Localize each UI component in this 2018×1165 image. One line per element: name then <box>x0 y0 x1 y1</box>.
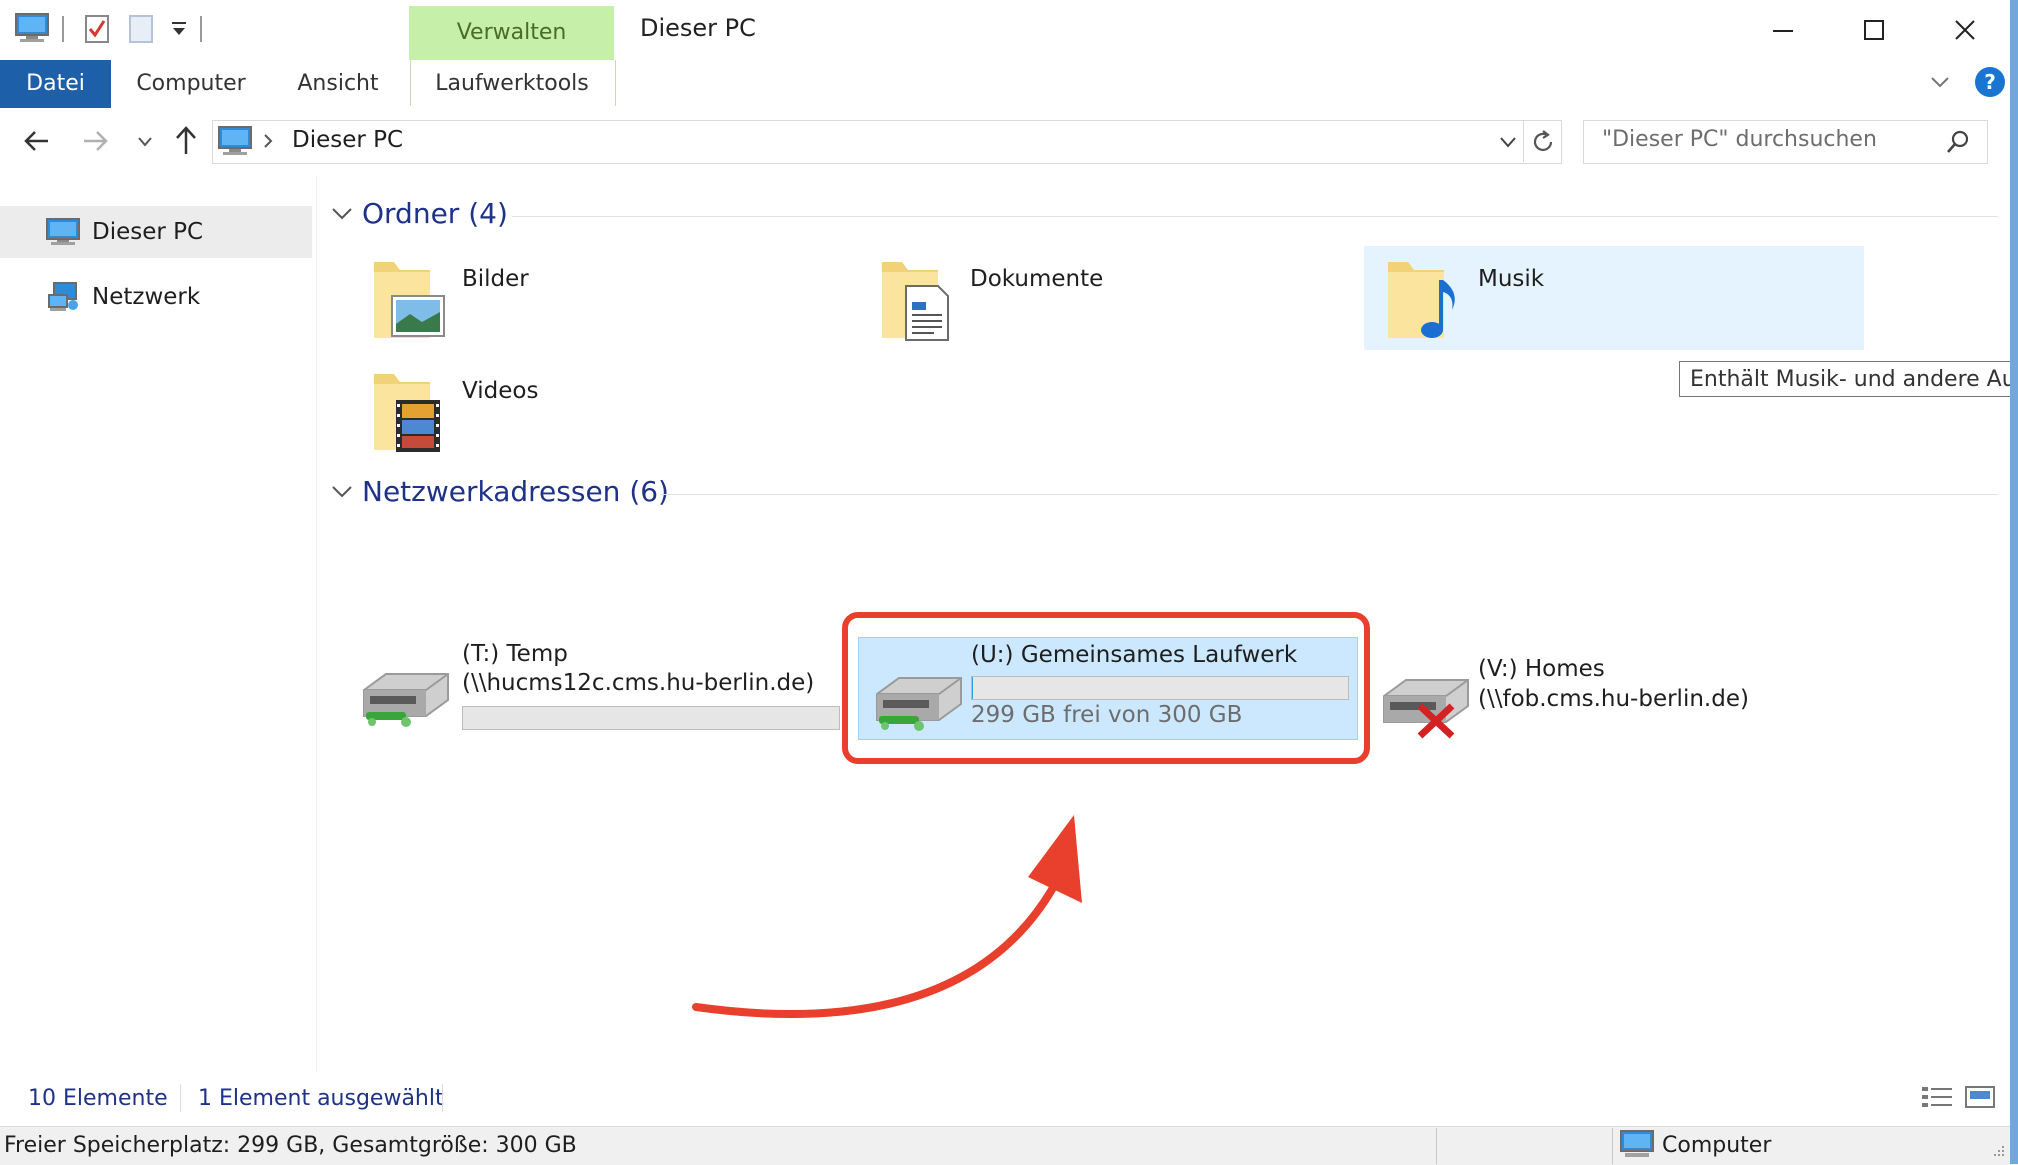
close-icon <box>1955 20 1975 40</box>
tooltip: Enthält Musik- und andere Aud <box>1679 361 2018 397</box>
status-item-count: 10 Elemente <box>28 1086 168 1111</box>
window-title: Dieser PC <box>640 14 756 42</box>
drive-path: (\\hucms12c.cms.hu-berlin.de) <box>462 670 815 696</box>
this-pc-icon <box>46 218 80 246</box>
search-icon[interactable] <box>1944 128 1972 160</box>
title-bar <box>0 0 2018 60</box>
back-arrow-icon[interactable] <box>22 126 52 160</box>
minimize-button[interactable] <box>1740 4 1826 56</box>
folder-name: Dokumente <box>970 266 1104 292</box>
details-location: Computer <box>1662 1133 1772 1158</box>
drive-usage-bar <box>462 706 840 730</box>
disconnected-network-drive-icon <box>1376 666 1472 744</box>
close-button[interactable] <box>1922 4 2008 56</box>
this-pc-icon <box>218 126 252 160</box>
sidebar-item-netzwerk[interactable]: Netzwerk <box>0 271 312 323</box>
annotation-highlight-box <box>842 612 1370 764</box>
network-icon <box>46 281 80 313</box>
drive-path: (\\fob.cms.hu-berlin.de) <box>1478 686 1749 712</box>
group-title-network[interactable]: Netzwerkadressen (6) <box>362 475 669 508</box>
drive-tile-t[interactable]: (T:) Temp (\\hucms12c.cms.hu-berlin.de) <box>352 630 842 740</box>
breadcrumb-current[interactable]: Dieser PC <box>292 127 403 153</box>
status-separator <box>180 1084 181 1112</box>
group-title-folders[interactable]: Ordner (4) <box>362 197 508 230</box>
drive-tile-v[interactable]: (V:) Homes (\\fob.cms.hu-berlin.de) <box>1372 650 1872 750</box>
new-folder-icon[interactable] <box>128 12 154 48</box>
music-folder-icon <box>1384 258 1464 348</box>
search-placeholder: "Dieser PC" durchsuchen <box>1602 127 1877 152</box>
tab-computer[interactable]: Computer <box>124 60 258 108</box>
group-divider <box>660 494 1998 495</box>
sidebar-item-dieser-pc[interactable]: Dieser PC <box>0 206 312 258</box>
folder-tile-musik[interactable]: Musik <box>1364 246 1864 350</box>
recent-locations-chevron-icon[interactable] <box>136 134 154 153</box>
tab-laufwerktools[interactable]: Laufwerktools <box>410 60 614 108</box>
drive-name: (T:) Temp <box>462 641 568 667</box>
breadcrumb-separator-icon[interactable] <box>262 132 274 154</box>
group-divider <box>512 216 1998 217</box>
sidebar-item-label: Netzwerk <box>92 284 201 310</box>
qat-separator <box>62 16 64 42</box>
status-selection: 1 Element ausgewählt <box>198 1086 444 1111</box>
tab-ansicht[interactable]: Ansicht <box>280 60 396 108</box>
computer-icon[interactable] <box>14 12 50 48</box>
annotation-arrow-icon <box>690 805 1090 1039</box>
maximize-button[interactable] <box>1831 4 1917 56</box>
folder-name: Musik <box>1478 266 1545 292</box>
details-separator <box>1436 1128 1437 1164</box>
details-separator <box>1612 1128 1613 1164</box>
status-separator <box>442 1084 443 1112</box>
ribbon-expand-chevron-icon[interactable] <box>1928 70 1952 98</box>
videos-folder-icon <box>370 370 450 460</box>
folder-tile-videos[interactable]: Videos <box>362 362 822 462</box>
network-drive-icon <box>356 660 452 734</box>
drive-name: (V:) Homes <box>1478 656 1605 682</box>
group-collapse-chevron-icon[interactable] <box>330 204 354 228</box>
qat-separator <box>200 16 202 42</box>
window-edge <box>2010 0 2018 1164</box>
customize-qat-icon[interactable] <box>170 16 188 44</box>
help-icon[interactable]: ? <box>1974 66 2006 102</box>
folder-tile-bilder[interactable]: Bilder <box>362 250 822 350</box>
maximize-icon <box>1864 20 1884 40</box>
large-icons-view-icon[interactable] <box>1964 1084 1996 1114</box>
folder-name: Bilder <box>462 266 529 292</box>
details-view-icon[interactable] <box>1920 1084 1954 1114</box>
context-tab-group-label: Verwalten <box>456 20 567 45</box>
address-bar[interactable] <box>212 120 1562 164</box>
up-arrow-icon[interactable] <box>171 124 201 160</box>
forward-arrow-icon[interactable] <box>80 126 110 160</box>
pictures-folder-icon <box>370 258 450 348</box>
computer-icon <box>1620 1130 1654 1164</box>
group-collapse-chevron-icon[interactable] <box>330 482 354 506</box>
svg-text:?: ? <box>1984 70 1996 94</box>
details-free-space: Freier Speicherplatz: 299 GB, Gesamtgröß… <box>4 1133 577 1158</box>
minimize-icon <box>1773 30 1793 32</box>
resize-grip-icon[interactable] <box>1990 1142 2006 1162</box>
address-history-chevron-icon[interactable] <box>1498 134 1518 153</box>
sidebar-item-label: Dieser PC <box>92 219 204 245</box>
tab-datei[interactable]: Datei <box>0 60 111 108</box>
documents-folder-icon <box>878 258 958 348</box>
folder-name: Videos <box>462 378 539 404</box>
folder-tile-dokumente[interactable]: Dokumente <box>870 250 1330 350</box>
properties-icon[interactable] <box>84 12 110 48</box>
refresh-icon[interactable] <box>1529 128 1557 160</box>
